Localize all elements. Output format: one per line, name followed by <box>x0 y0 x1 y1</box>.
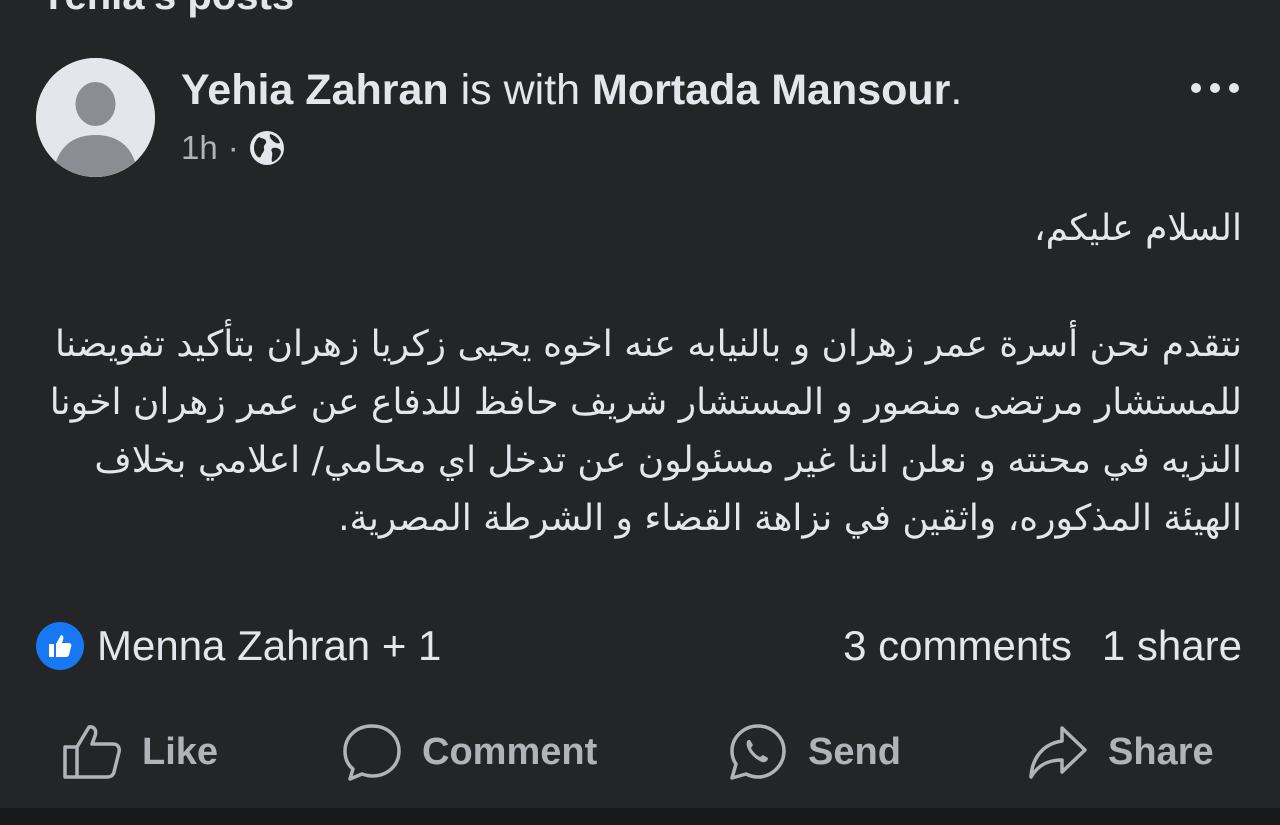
bottom-divider <box>0 808 1280 825</box>
default-avatar-icon <box>36 58 155 177</box>
post-meta: 1h · <box>181 127 285 169</box>
author-name[interactable]: Yehia Zahran <box>181 66 449 114</box>
comment-bubble-icon <box>342 723 402 781</box>
like-button[interactable]: Like <box>62 712 218 792</box>
whatsapp-icon <box>728 723 788 781</box>
tagged-name[interactable]: Mortada Mansour <box>592 66 950 114</box>
share-button[interactable]: Share <box>1028 712 1214 792</box>
post-greeting: السلام عليكم، <box>1033 208 1242 249</box>
post-card: Yehia's posts Yehia Zahran is with Morta… <box>0 0 1280 808</box>
globe-icon[interactable] <box>249 130 285 166</box>
header-period: . <box>950 66 963 114</box>
comment-button[interactable]: Comment <box>342 712 597 792</box>
meta-separator: · <box>227 129 239 166</box>
send-button[interactable]: Send <box>728 712 901 792</box>
section-title: Yehia's posts <box>40 0 294 19</box>
avatar[interactable] <box>36 58 155 177</box>
with-text: is with <box>460 66 581 114</box>
post-message: نتقدم نحن أسرة عمر زهران و بالنيابه عنه … <box>49 324 1242 539</box>
more-dots-icon <box>1191 83 1239 93</box>
share-label: Share <box>1108 730 1214 773</box>
like-reaction-icon <box>36 622 84 670</box>
engagement-counts: 3 comments 1 share <box>843 620 1242 672</box>
post-time[interactable]: 1h <box>181 129 218 167</box>
reactions-text: Menna Zahran + 1 <box>97 622 442 669</box>
comment-label: Comment <box>422 730 598 773</box>
like-label: Like <box>142 730 219 773</box>
more-options-button[interactable] <box>1180 66 1250 110</box>
comments-count[interactable]: 3 comments <box>843 622 1072 670</box>
reactions-summary[interactable]: Menna Zahran + 1 <box>36 620 441 672</box>
post-header: Yehia Zahran is with Mortada Mansour. <box>181 66 962 115</box>
action-bar: Like Comment Send Share <box>0 712 1280 792</box>
shares-count[interactable]: 1 share <box>1102 622 1242 670</box>
thumbs-up-icon <box>62 723 122 781</box>
send-label: Send <box>808 730 901 773</box>
post-body: السلام عليكم، نتقدم نحن أسرة عمر زهران و… <box>36 200 1242 548</box>
share-arrow-icon <box>1028 723 1088 781</box>
